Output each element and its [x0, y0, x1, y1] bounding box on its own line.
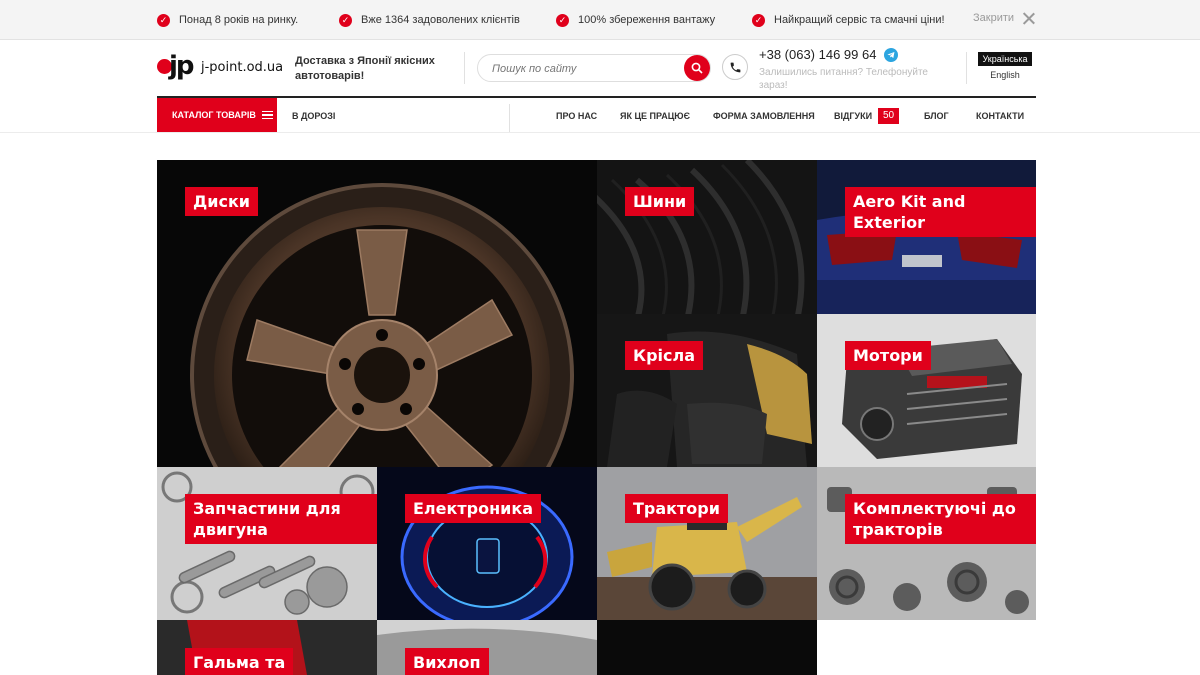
- menu-icon: [261, 111, 273, 119]
- top-info-bar: ✓ Понад 8 років на ринку. ✓ Вже 1364 зад…: [0, 0, 1200, 40]
- category-label: Aero Kit and Exterior: [845, 187, 1036, 237]
- category-label: Мотори: [845, 341, 931, 370]
- nav-how-it-works[interactable]: ЯК ЦЕ ПРАЦЮЄ: [620, 111, 690, 121]
- phone-icon[interactable]: [722, 54, 748, 80]
- nav-contacts[interactable]: КОНТАКТИ: [976, 111, 1024, 121]
- catalog-label: КАТАЛОГ ТОВАРІВ: [172, 110, 256, 120]
- info-item-text: Вже 1364 задоволених клієнтів: [361, 14, 520, 26]
- logo-text: j-point.od.ua: [201, 59, 284, 75]
- aero-kit-image: [817, 160, 1036, 314]
- info-item-clients: ✓ Вже 1364 задоволених клієнтів: [339, 12, 520, 28]
- check-icon: ✓: [752, 13, 765, 27]
- category-tile-wheels[interactable]: Диски: [157, 160, 597, 467]
- category-label: Диски: [185, 187, 259, 216]
- tires-image: [597, 160, 817, 314]
- close-label: Закрити: [973, 12, 1015, 24]
- check-icon: ✓: [339, 13, 352, 27]
- category-grid: Диски Шини Aero Kit and Exterior Крісла …: [157, 160, 1036, 675]
- info-item-cargo: ✓ 100% збереження вантажу: [556, 12, 715, 28]
- lang-ukrainian[interactable]: Українська: [978, 52, 1032, 66]
- phone-number-text: +38 (063) 146 99 64: [759, 47, 877, 62]
- category-tile-tractor-parts[interactable]: Комплектуючі до тракторів: [817, 467, 1036, 620]
- nav-on-the-way[interactable]: В ДОРОЗІ: [292, 111, 335, 121]
- site-logo[interactable]: jp j-point.od.ua: [157, 51, 284, 82]
- category-label: Трактори: [625, 494, 728, 523]
- category-tile-brakes[interactable]: Гальма та: [157, 620, 377, 675]
- category-label: Вихлоп: [405, 648, 489, 675]
- search-box: [477, 54, 711, 82]
- close-icon: [1023, 12, 1035, 24]
- engine-image: [817, 314, 1036, 467]
- check-icon: ✓: [157, 13, 170, 27]
- category-tile-electronics[interactable]: Електроника: [377, 467, 597, 620]
- header-divider: [464, 52, 465, 84]
- category-tile-engines[interactable]: Мотори: [817, 314, 1036, 467]
- category-label: Запчастини для двигуна: [185, 494, 377, 544]
- lang-english[interactable]: English: [978, 66, 1032, 80]
- phone-glyph: [730, 62, 741, 73]
- logo-mark: jp: [157, 51, 194, 82]
- category-tile-aero-kit[interactable]: Aero Kit and Exterior: [817, 160, 1036, 314]
- telegram-icon[interactable]: [884, 47, 899, 62]
- category-label: Комплектуючі до тракторів: [845, 494, 1036, 544]
- search-input[interactable]: [492, 61, 682, 77]
- lang-divider: [966, 52, 967, 84]
- catalog-button[interactable]: КАТАЛОГ ТОВАРІВ: [157, 98, 277, 132]
- reviews-count-badge: 50: [878, 108, 900, 124]
- nav-about[interactable]: ПРО НАС: [556, 111, 597, 121]
- seats-image: [597, 314, 817, 467]
- category-tile-exhaust[interactable]: Вихлоп: [377, 620, 597, 675]
- main-nav: КАТАЛОГ ТОВАРІВ В ДОРОЗІ ПРО НАС ЯК ЦЕ П…: [157, 96, 1036, 132]
- search-button[interactable]: [684, 55, 710, 81]
- info-item-service: ✓ Найкращий сервіс та смачні ціни!: [752, 12, 945, 28]
- search-icon: [691, 62, 703, 74]
- category-tile-seats[interactable]: Крісла: [597, 314, 817, 467]
- category-tile-empty: [597, 620, 817, 675]
- category-label: Шини: [625, 187, 695, 216]
- electronics-image: [377, 467, 597, 620]
- check-icon: ✓: [556, 13, 569, 27]
- info-item-years: ✓ Понад 8 років на ринку.: [157, 12, 298, 28]
- nav-reviews[interactable]: ВІДГУКИ: [834, 111, 872, 121]
- tagline: Доставка з Японії якісних автотоварів!: [295, 55, 435, 82]
- info-item-text: Найкращий сервіс та смачні ціни!: [774, 14, 945, 26]
- category-tile-tractors[interactable]: Трактори: [597, 467, 817, 620]
- telegram-glyph: [887, 51, 895, 58]
- phone-subtext: Залишились питання? Телефонуйте зараз!: [759, 67, 928, 91]
- nav-blog[interactable]: БЛОГ: [924, 111, 949, 121]
- info-item-text: 100% збереження вантажу: [578, 14, 716, 26]
- category-tile-tires[interactable]: Шини: [597, 160, 817, 314]
- category-label: Електроника: [405, 494, 541, 523]
- nav-bottom-rule: [0, 132, 1200, 133]
- category-label: Гальма та: [185, 648, 294, 675]
- tractor-image: [597, 467, 817, 620]
- category-tile-engine-parts[interactable]: Запчастини для двигуна: [157, 467, 377, 620]
- language-switcher: Українська English: [978, 52, 1032, 80]
- close-topbar-button[interactable]: Закрити: [973, 12, 1035, 24]
- category-label: Крісла: [625, 341, 704, 370]
- phone-number[interactable]: +38 (063) 146 99 64: [759, 47, 899, 62]
- nav-order-form[interactable]: ФОРМА ЗАМОВЛЕННЯ: [713, 111, 815, 121]
- logo-letters: jp: [169, 51, 194, 81]
- info-item-text: Понад 8 років на ринку.: [179, 14, 299, 26]
- nav-divider: [509, 104, 510, 132]
